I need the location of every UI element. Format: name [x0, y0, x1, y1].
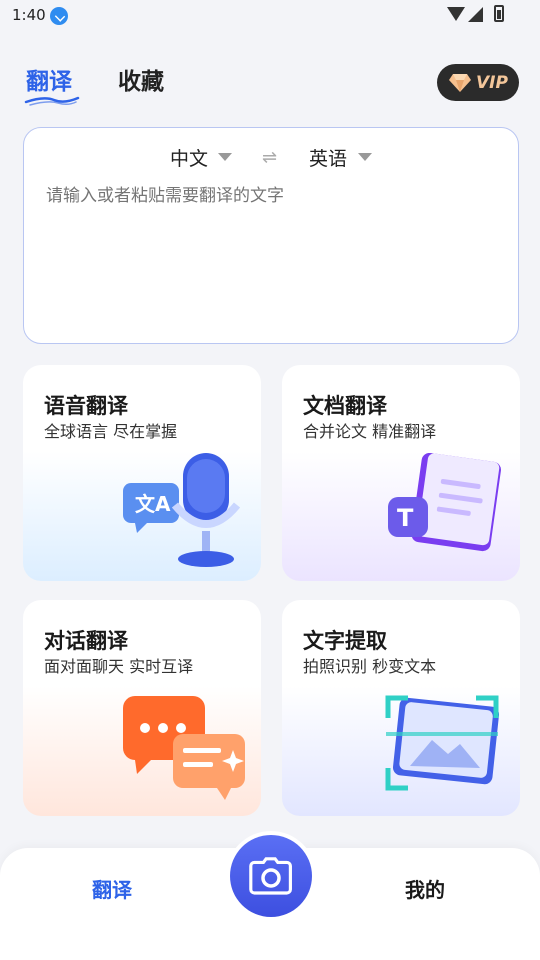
vip-button[interactable]: VIP — [437, 64, 519, 101]
document-icon: T — [388, 453, 501, 552]
microphone-icon: 文A — [123, 453, 241, 567]
card-title: 文档翻译 — [303, 394, 387, 418]
card-subtitle: 全球语言 尽在掌握 — [44, 422, 178, 441]
tab-translate[interactable]: 翻译 — [26, 62, 72, 96]
camera-button-inner — [230, 835, 312, 917]
download-icon — [50, 7, 68, 25]
svg-text:T: T — [397, 504, 414, 532]
wifi-icon — [447, 7, 465, 21]
svg-text:文A: 文A — [135, 492, 171, 516]
nav-mine[interactable]: 我的 — [405, 874, 445, 903]
tab-favorites[interactable]: 收藏 — [118, 62, 164, 96]
chevron-down-icon — [358, 153, 372, 161]
text-extract-card[interactable]: 文字提取 拍照识别 秒变文本 — [282, 600, 520, 816]
card-title: 对话翻译 — [44, 629, 128, 653]
diamond-icon — [449, 73, 472, 92]
status-time: 1:40 — [12, 6, 46, 24]
nav-translate[interactable]: 翻译 — [92, 874, 132, 903]
status-bar: 1:40 — [0, 0, 540, 32]
camera-button[interactable] — [226, 831, 316, 921]
chevron-down-icon — [218, 153, 232, 161]
card-subtitle: 合并论文 精准翻译 — [303, 422, 437, 441]
card-title: 语音翻译 — [44, 394, 128, 418]
translate-text-input[interactable] — [46, 186, 496, 206]
tab-active-underline — [24, 96, 80, 106]
voice-translate-card[interactable]: 语音翻译 全球语言 尽在掌握 文A — [23, 365, 261, 581]
swap-languages-icon[interactable]: ⇌ — [262, 147, 277, 168]
source-language-select[interactable]: 中文 — [170, 144, 208, 171]
camera-icon — [249, 857, 292, 895]
conversation-translate-card[interactable]: 对话翻译 面对面聊天 实时互译 — [23, 600, 261, 816]
card-subtitle: 面对面聊天 实时互译 — [44, 657, 194, 676]
card-title: 文字提取 — [303, 629, 387, 653]
chat-bubbles-icon — [123, 696, 245, 800]
card-subtitle: 拍照识别 秒变文本 — [303, 657, 437, 676]
scan-image-icon — [385, 695, 500, 791]
vip-label: VIP — [476, 72, 508, 93]
target-language-select[interactable]: 英语 — [309, 144, 347, 171]
signal-icon — [468, 7, 483, 22]
document-translate-card[interactable]: 文档翻译 合并论文 精准翻译 T — [282, 365, 520, 581]
battery-icon — [494, 5, 504, 22]
